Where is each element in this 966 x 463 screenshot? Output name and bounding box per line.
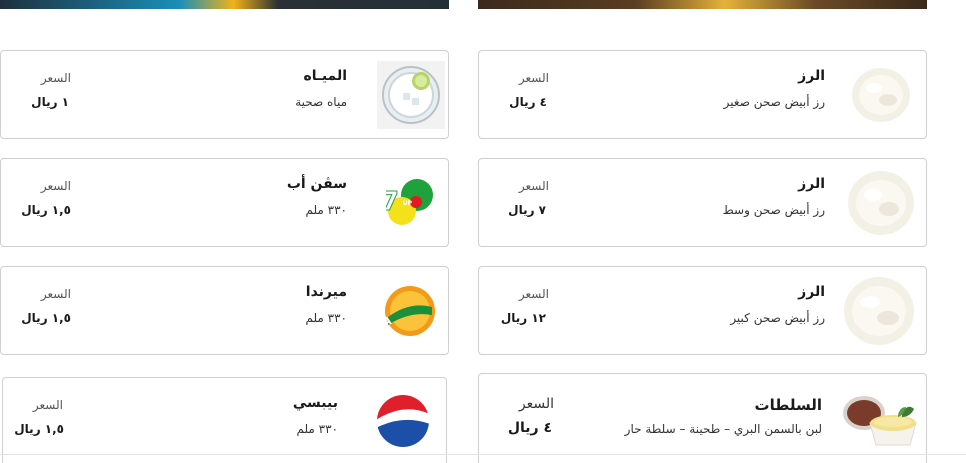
price-label: السعر bbox=[518, 71, 549, 85]
item-description: رز أبيض صحن كبير bbox=[730, 311, 825, 325]
menu-card-salads[interactable]: السلطات لبن بالسمن البري – طحينة – سلطة … bbox=[478, 373, 927, 463]
item-description: ٣٣٠ ملم bbox=[305, 203, 347, 217]
price-value: ١ ريال bbox=[31, 95, 69, 109]
food-banner-image bbox=[478, 0, 927, 9]
price-label: السعر bbox=[518, 179, 549, 193]
item-description: رز أبيض صحن وسط bbox=[722, 203, 825, 217]
price-value: ٧ ريال bbox=[508, 203, 546, 217]
menu-card-7up[interactable]: 7 UP سڤن أب ٣٣٠ ملم السعر ١,٥ ريال bbox=[0, 158, 449, 247]
menu-card-pepsi[interactable]: بيبسي ٣٣٠ ملم السعر ١,٥ ريال bbox=[2, 377, 447, 463]
mirinda-logo-icon: MIRINDA bbox=[337, 283, 438, 339]
item-name: سڤن أب bbox=[286, 176, 347, 192]
water-glass-icon bbox=[377, 60, 445, 129]
price-value: ١,٥ ريال bbox=[21, 203, 71, 217]
svg-text:7: 7 bbox=[386, 187, 399, 217]
price-value: ٤ ريال bbox=[507, 420, 552, 436]
menu-card-rice-small[interactable]: الرز رز أبيض صحن صغير السعر ٤ ريال bbox=[478, 50, 927, 139]
7up-logo-icon: 7 UP bbox=[380, 178, 436, 228]
menu-card-water[interactable]: الميـاه مياه صحية السعر ١ ريال bbox=[0, 50, 449, 139]
item-description: ٣٣٠ ملم bbox=[305, 311, 347, 325]
menu-card-rice-large[interactable]: الرز رز أبيض صحن كبير السعر ١٢ ريال bbox=[478, 266, 927, 355]
rice-icon bbox=[842, 274, 916, 348]
price-value: ١,٥ ريال bbox=[21, 311, 71, 325]
item-name: الرز bbox=[798, 176, 825, 192]
price-label: السعر bbox=[40, 71, 71, 85]
item-description: رز أبيض صحن صغير bbox=[723, 95, 825, 109]
rice-icon bbox=[846, 168, 916, 238]
item-description: مياه صحية bbox=[295, 95, 347, 109]
price-value: ١,٥ ريال bbox=[14, 422, 64, 436]
price-label: السعر bbox=[40, 179, 71, 193]
price-value: ٤ ريال bbox=[509, 95, 547, 109]
item-name: بيبسي bbox=[292, 395, 338, 411]
price-label: السعر bbox=[518, 396, 554, 412]
item-name: ميرندا bbox=[305, 284, 347, 300]
item-name: الميـاه bbox=[303, 68, 347, 84]
salad-bowls-icon bbox=[840, 389, 922, 449]
price-value: ١٢ ريال bbox=[500, 311, 546, 325]
menu-card-mirinda[interactable]: MIRINDA ميرندا ٣٣٠ ملم السعر ١,٥ ريال bbox=[0, 266, 449, 355]
item-name: الرز bbox=[798, 68, 825, 84]
pepsi-logo-icon bbox=[376, 394, 430, 448]
item-name: الرز bbox=[798, 284, 825, 300]
rice-icon bbox=[850, 64, 912, 126]
price-label: السعر bbox=[518, 287, 549, 301]
price-label: السعر bbox=[40, 287, 71, 301]
price-label: السعر bbox=[32, 398, 63, 412]
menu-card-rice-medium[interactable]: الرز رز أبيض صحن وسط السعر ٧ ريال bbox=[478, 158, 927, 247]
item-description: ٣٣٠ ملم bbox=[296, 422, 338, 436]
drinks-banner-image bbox=[0, 0, 449, 9]
item-name: السلطات bbox=[754, 396, 822, 414]
svg-text:UP: UP bbox=[403, 200, 413, 207]
item-description: لبن بالسمن البري – طحينة – سلطة حار bbox=[624, 422, 822, 436]
page-divider bbox=[0, 454, 966, 455]
